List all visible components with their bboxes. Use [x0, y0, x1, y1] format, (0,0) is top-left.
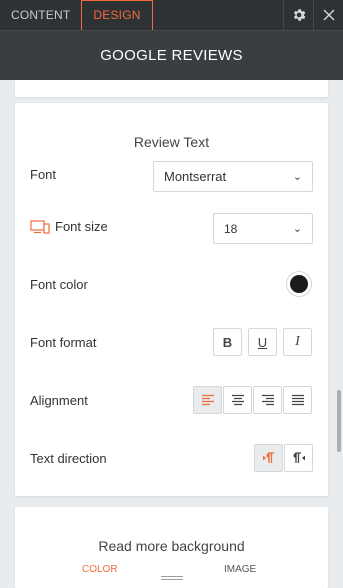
text-direction-label: Text direction — [30, 451, 107, 466]
tab-design[interactable]: DESIGN — [81, 0, 153, 30]
align-justify-button[interactable] — [283, 386, 312, 414]
rtl-direction-button[interactable] — [284, 444, 313, 472]
ltr-direction-button[interactable] — [254, 444, 283, 472]
font-color-picker[interactable] — [286, 271, 312, 297]
font-size-value: 18 — [224, 221, 238, 236]
align-left-icon — [201, 394, 214, 406]
tab-image[interactable]: IMAGE — [224, 564, 256, 575]
font-color-swatch — [290, 275, 308, 293]
font-format-label: Font format — [30, 335, 97, 350]
underline-icon: U — [257, 334, 268, 350]
font-size-label: Font size — [55, 219, 108, 234]
align-left-button[interactable] — [193, 386, 222, 414]
font-color-label: Font color — [30, 277, 88, 292]
tab-bar-spacer — [153, 0, 283, 30]
responsive-devices-icon — [30, 219, 50, 234]
underline-button[interactable]: U — [248, 328, 277, 356]
italic-button[interactable]: I — [283, 328, 312, 356]
close-icon — [323, 9, 334, 21]
gear-icon — [293, 9, 305, 21]
align-center-icon — [231, 394, 244, 406]
alignment-label: Alignment — [30, 393, 88, 408]
close-button[interactable] — [313, 0, 343, 30]
section-heading: Review Text — [133, 134, 210, 150]
font-label: Font — [30, 167, 57, 182]
chevron-down-icon: ⌄ — [292, 223, 302, 235]
font-select[interactable]: Montserrat ⌄ — [153, 161, 313, 192]
resize-grip-icon[interactable] — [161, 576, 183, 582]
rtl-paragraph-icon — [293, 452, 305, 463]
font-size-row-label: Font size — [30, 219, 108, 234]
align-center-button[interactable] — [223, 386, 252, 414]
align-right-button[interactable] — [253, 386, 282, 414]
bold-button[interactable]: B — [213, 328, 242, 356]
tab-content[interactable]: CONTENT — [0, 0, 81, 30]
chevron-down-icon: ⌄ — [292, 171, 302, 183]
font-select-value: Montserrat — [164, 169, 227, 184]
top-tab-bar: CONTENT DESIGN — [0, 0, 343, 30]
panel-header: GOOGLE REVIEWS — [0, 30, 343, 80]
align-right-icon — [261, 394, 274, 406]
font-size-select[interactable]: 18 ⌄ — [213, 213, 313, 244]
tab-color[interactable]: COLOR — [82, 564, 118, 575]
review-text-section: Review Text Font Montserrat ⌄ Font size … — [15, 103, 328, 496]
settings-button[interactable] — [283, 0, 313, 30]
scrollbar-thumb[interactable] — [337, 390, 341, 452]
panel-title: GOOGLE REVIEWS — [100, 47, 243, 64]
align-justify-icon — [291, 394, 304, 406]
previous-section-card — [15, 80, 328, 97]
bold-icon: B — [222, 334, 233, 350]
ltr-paragraph-icon — [262, 452, 274, 463]
italic-icon: I — [295, 334, 300, 349]
section-heading: Read more background — [98, 538, 245, 554]
